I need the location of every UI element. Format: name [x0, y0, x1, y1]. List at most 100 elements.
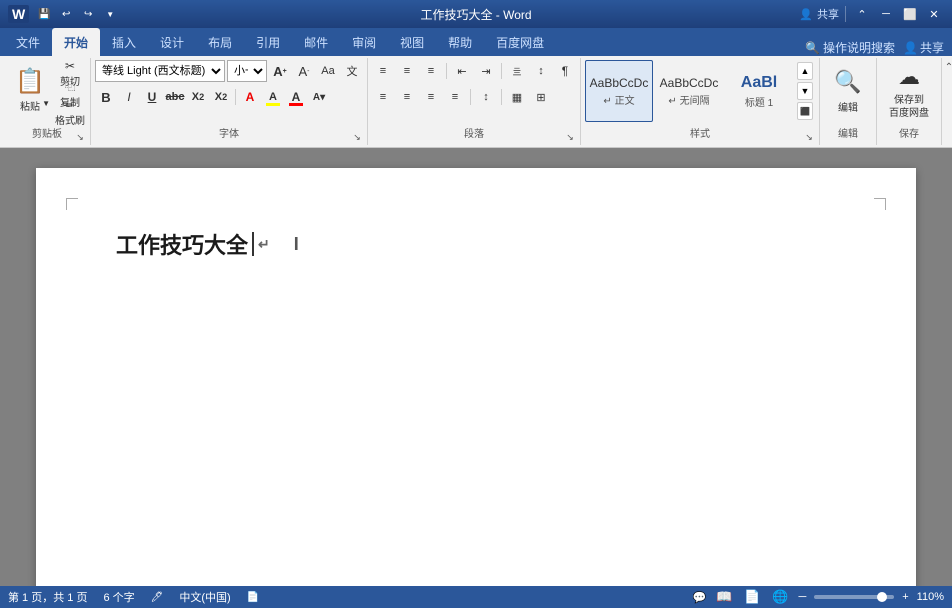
zoom-level: 110%: [917, 591, 944, 603]
font-color-bar: [289, 103, 303, 106]
search-cmd-label: 操作说明搜索: [823, 39, 895, 56]
tab-mail[interactable]: 邮件: [292, 28, 340, 56]
restore-btn[interactable]: ⬜: [900, 4, 920, 24]
styles-scroll-up[interactable]: ▲: [797, 62, 813, 80]
customize-quick-btn[interactable]: ▼: [101, 5, 119, 23]
clipboard-group-bottom: 剪贴板 ↘: [8, 122, 86, 143]
user-profile[interactable]: 👤: [799, 8, 813, 21]
paste-btn[interactable]: 📋 粘贴 ▼: [8, 60, 52, 120]
font-size-select[interactable]: 小一: [227, 60, 267, 82]
styles-scroll-controls: ▲ ▼ ⬛: [795, 60, 815, 122]
tab-insert[interactable]: 插入: [100, 28, 148, 56]
tab-view[interactable]: 视图: [388, 28, 436, 56]
editing-btn[interactable]: 🔍 编辑: [824, 60, 872, 122]
word-logo-icon: W: [8, 5, 29, 23]
increase-indent-btn[interactable]: ⇥: [475, 60, 497, 82]
font-name-select[interactable]: 等线 Light (西文标题): [95, 60, 225, 82]
ribbon-display-btn[interactable]: ⌃: [852, 4, 872, 24]
multilevel-btn[interactable]: ≡: [420, 60, 442, 82]
superscript-btn[interactable]: X2: [210, 86, 232, 108]
align-right-btn[interactable]: ≡: [420, 86, 442, 108]
paste-dropdown-icon[interactable]: ▼: [42, 99, 50, 108]
style-normal[interactable]: AaBbCcDc ↵ 正文: [585, 60, 653, 122]
tab-help[interactable]: 帮助: [436, 28, 484, 56]
undo-quick-btn[interactable]: ↩: [57, 5, 75, 23]
font-color-btn[interactable]: A: [285, 86, 307, 108]
print-layout-btn[interactable]: 📄: [742, 589, 762, 605]
show-hide-btn[interactable]: ¶: [554, 60, 576, 82]
baidu-group: ☁ 保存到百度网盘 保存: [877, 58, 942, 145]
subscript-btn[interactable]: X2: [187, 86, 209, 108]
corner-mark-tr: [874, 198, 886, 210]
borders-btn[interactable]: ⊞: [530, 86, 552, 108]
ribbon: 文件 开始 插入 设计 布局 引用 邮件 审阅 视图 帮助 百度网盘 🔍 操作说…: [0, 28, 952, 56]
save-quick-btn[interactable]: 💾: [35, 5, 53, 23]
para-sep2: [501, 63, 502, 79]
clear-format-btn[interactable]: A: [239, 86, 261, 108]
underline-btn[interactable]: U: [141, 86, 163, 108]
minus-zoom-btn[interactable]: ─: [798, 591, 806, 603]
styles-expand-btn[interactable]: ⬛: [797, 102, 813, 120]
format-painter-btn[interactable]: ✏ 格式刷: [54, 104, 86, 122]
style-no-spacing[interactable]: AaBbCcDc ↵ 无间隔: [655, 60, 723, 122]
baidu-group-bottom: 保存: [881, 122, 937, 143]
enlarge-font-btn[interactable]: A+: [269, 60, 291, 82]
shading-btn[interactable]: ▦: [506, 86, 528, 108]
center-btn[interactable]: ≡: [396, 86, 418, 108]
read-mode-btn[interactable]: 📖: [714, 589, 734, 605]
line-spacing-btn[interactable]: ↕: [475, 86, 497, 108]
clipboard-expand-btn[interactable]: ↘: [74, 131, 86, 143]
italic-btn[interactable]: I: [118, 86, 140, 108]
redo-quick-btn[interactable]: ↪: [79, 5, 97, 23]
tab-baidu[interactable]: 百度网盘: [484, 28, 556, 56]
font-color-icon: A: [292, 90, 301, 104]
strikethrough-btn[interactable]: abc: [164, 86, 186, 108]
justify-btn[interactable]: ≡: [444, 86, 466, 108]
shrink-font-btn[interactable]: A-: [293, 60, 315, 82]
font-expand-btn[interactable]: ↘: [351, 131, 363, 143]
close-btn[interactable]: ✕: [924, 4, 944, 24]
tab-home[interactable]: 开始: [52, 28, 100, 56]
plus-zoom-btn[interactable]: +: [902, 591, 908, 603]
style-heading1[interactable]: AaBl 标题 1: [725, 60, 793, 122]
web-view-btn[interactable]: 🌐: [770, 589, 790, 605]
bold-btn[interactable]: B: [95, 86, 117, 108]
styles-scroll-down[interactable]: ▼: [797, 82, 813, 100]
text-effect-btn[interactable]: A▾: [308, 86, 330, 108]
document-heading[interactable]: 工作技巧大全↵ I: [116, 228, 836, 260]
numbering-btn[interactable]: ≡: [396, 60, 418, 82]
bullets-btn[interactable]: ≡: [372, 60, 394, 82]
document-title: 工作技巧大全 - Word: [420, 6, 531, 23]
editing-group-content: 🔍 编辑: [824, 60, 872, 122]
collapse-ribbon-area: ⌃: [942, 58, 952, 145]
share-btn[interactable]: 共享: [817, 6, 839, 22]
tab-layout[interactable]: 布局: [196, 28, 244, 56]
para-expand-btn[interactable]: ↘: [564, 131, 576, 143]
decrease-indent-btn[interactable]: ⇤: [451, 60, 473, 82]
title-bar: W 💾 ↩ ↪ ▼ 工作技巧大全 - Word 👤 共享 ⌃ ─ ⬜ ✕: [0, 0, 952, 28]
zoom-slider[interactable]: [814, 595, 894, 599]
collapse-ribbon-btn[interactable]: ⌃: [942, 60, 952, 74]
change-case-btn[interactable]: Aa: [317, 60, 339, 82]
align-left-btn[interactable]: ≡: [372, 86, 394, 108]
sort-btn[interactable]: ↕: [530, 60, 552, 82]
document-area[interactable]: 工作技巧大全↵ I: [0, 148, 952, 586]
title-left: W 💾 ↩ ↪ ▼: [8, 5, 119, 23]
person-icon: 👤: [903, 41, 918, 55]
save-baidu-btn[interactable]: ☁ 保存到百度网盘: [881, 60, 937, 122]
chinese-layout-btn[interactable]: 亖: [506, 60, 528, 82]
input-method-icon: 🖊: [151, 592, 164, 603]
minimize-btn[interactable]: ─: [876, 4, 896, 24]
styles-expand-dialog-btn[interactable]: ↘: [803, 131, 815, 143]
share-ribbon-btn[interactable]: 👤 共享: [903, 39, 944, 56]
tab-review[interactable]: 审阅: [340, 28, 388, 56]
highlight-btn[interactable]: A: [262, 86, 284, 108]
search-command-btn[interactable]: 🔍 操作说明搜索: [805, 39, 895, 56]
font-row2: B I U abc X2 X2 A A A A▾: [95, 86, 330, 108]
wenzhi-btn[interactable]: 文: [341, 60, 363, 82]
tab-design[interactable]: 设计: [148, 28, 196, 56]
para-sep4: [501, 89, 502, 105]
tab-references[interactable]: 引用: [244, 28, 292, 56]
search-cmd-icon: 🔍: [805, 41, 820, 55]
tab-file[interactable]: 文件: [4, 28, 52, 56]
